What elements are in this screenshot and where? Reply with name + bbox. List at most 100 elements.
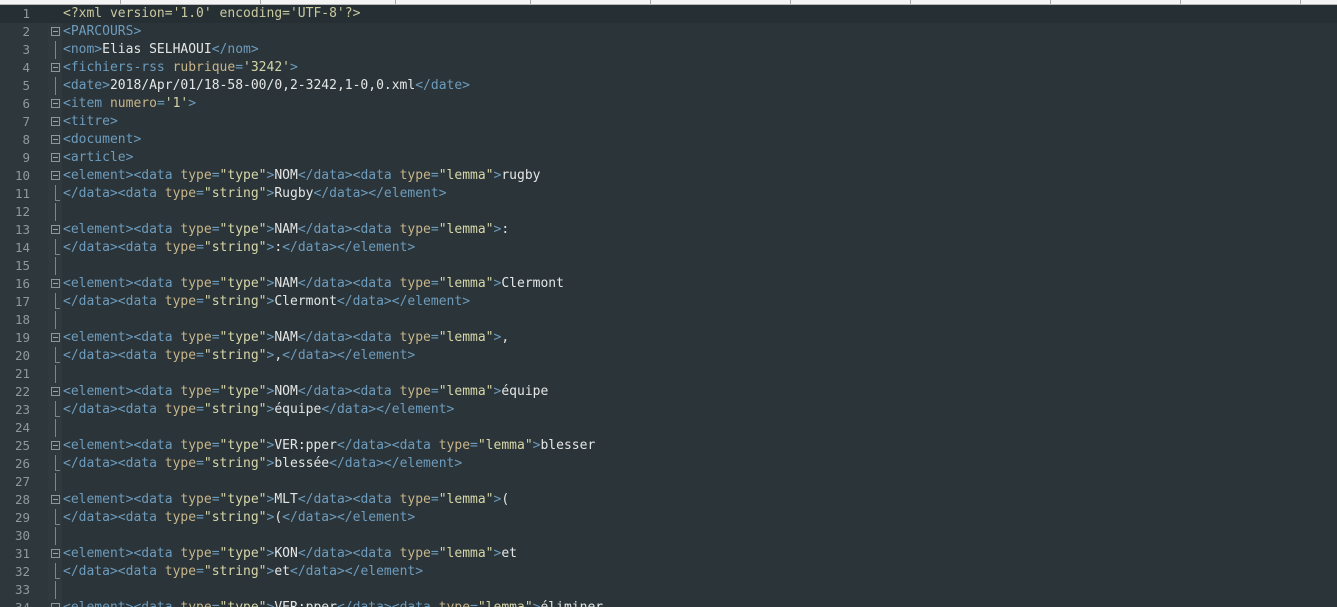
code-text[interactable]: <element><data type="type">KON</data><da… xyxy=(63,545,517,563)
code-text[interactable]: <element><data type="type">MLT</data><da… xyxy=(63,491,509,509)
fold-marker[interactable] xyxy=(50,131,61,149)
code-line[interactable]: 14 </data><data type="string">:</data></e… xyxy=(0,239,1337,257)
fold-marker[interactable] xyxy=(50,437,61,455)
fold-marker[interactable] xyxy=(50,275,61,293)
fold-marker[interactable] xyxy=(50,59,61,77)
fold-minus-icon[interactable] xyxy=(51,387,60,396)
code-text[interactable]: <item numero='1'> xyxy=(63,95,196,113)
code-text[interactable]: </data><data type="string">blessée</data… xyxy=(63,455,462,473)
fold-minus-icon[interactable] xyxy=(51,603,60,607)
tab-separator xyxy=(395,0,396,4)
code-text[interactable]: </data><data type="string">(</data></ele… xyxy=(63,509,415,527)
code-line[interactable]: 25 <element><data type="type">VER:pper</d… xyxy=(0,437,1337,455)
code-text[interactable]: </data><data type="string">et</data></el… xyxy=(63,563,423,581)
code-line[interactable]: 7 <titre> xyxy=(0,113,1337,131)
code-line[interactable]: 31 <element><data type="type">KON</data><… xyxy=(0,545,1337,563)
code-line[interactable]: 23 </data><data type="string">équipe</dat… xyxy=(0,401,1337,419)
fold-marker[interactable] xyxy=(50,329,61,347)
fold-guide xyxy=(55,293,56,309)
code-text[interactable]: <date>2018/Apr/01/18-58-00/0,2-3242,1-0,… xyxy=(63,77,470,95)
fold-marker[interactable] xyxy=(50,95,61,113)
fold-minus-icon[interactable] xyxy=(51,153,60,162)
code-line[interactable]: 20 </data><data type="string">,</data></e… xyxy=(0,347,1337,365)
code-line[interactable]: 17 </data><data type="string">Clermont</d… xyxy=(0,293,1337,311)
code-line[interactable]: 34 <element><data type="type">VER:pper</d… xyxy=(0,599,1337,607)
fold-marker[interactable] xyxy=(50,545,61,563)
code-text[interactable]: <element><data type="type">VER:pper</dat… xyxy=(63,599,603,607)
code-line[interactable]: 24 xyxy=(0,419,1337,437)
code-line[interactable]: 33 xyxy=(0,581,1337,599)
code-line[interactable]: 27 xyxy=(0,473,1337,491)
fold-minus-icon[interactable] xyxy=(51,63,60,72)
fold-minus-icon[interactable] xyxy=(51,495,60,504)
code-text[interactable]: <titre> xyxy=(63,113,118,131)
xml-tag: = xyxy=(430,276,439,291)
code-line[interactable]: 8 <document> xyxy=(0,131,1337,149)
code-line[interactable]: 4 <fichiers-rss rubrique='3242'> xyxy=(0,59,1337,77)
fold-minus-icon[interactable] xyxy=(51,135,60,144)
xml-string: "type" xyxy=(219,438,267,453)
code-line[interactable]: 19 <element><data type="type">NAM</data><… xyxy=(0,329,1337,347)
fold-marker[interactable] xyxy=(50,149,61,167)
code-text[interactable]: <element><data type="type">NOM</data><da… xyxy=(63,167,540,185)
xml-string: "string" xyxy=(203,294,267,309)
code-text[interactable]: <fichiers-rss rubrique='3242'> xyxy=(63,59,298,77)
fold-marker[interactable] xyxy=(50,221,61,239)
fold-minus-icon[interactable] xyxy=(51,99,60,108)
code-line[interactable]: 16 <element><data type="type">NAM</data><… xyxy=(0,275,1337,293)
code-line[interactable]: 26 </data><data type="string">blessée</da… xyxy=(0,455,1337,473)
code-text[interactable]: <element><data type="type">NAM</data><da… xyxy=(63,275,564,293)
fold-end-marker xyxy=(55,470,60,471)
code-text[interactable]: <element><data type="type">VER:pper</dat… xyxy=(63,437,595,455)
code-editor[interactable]: 1 <?xml version='1.0' encoding='UTF-8'?> 2… xyxy=(0,0,1337,607)
fold-minus-icon[interactable] xyxy=(51,225,60,234)
fold-minus-icon[interactable] xyxy=(51,117,60,126)
fold-minus-icon[interactable] xyxy=(51,171,60,180)
code-text[interactable]: <nom>Elias SELHAOUI</nom> xyxy=(63,41,259,59)
code-line[interactable]: 22 <element><data type="type">NOM</data><… xyxy=(0,383,1337,401)
fold-minus-icon[interactable] xyxy=(51,549,60,558)
fold-marker[interactable] xyxy=(50,491,61,509)
code-text[interactable]: <document> xyxy=(63,131,141,149)
fold-marker[interactable] xyxy=(50,23,61,41)
code-line[interactable]: 32 </data><data type="string">et</data></… xyxy=(0,563,1337,581)
code-text[interactable]: </data><data type="string">équipe</data>… xyxy=(63,401,454,419)
xml-tag: </data><data xyxy=(336,438,439,453)
code-line[interactable]: 29 </data><data type="string">(</data></e… xyxy=(0,509,1337,527)
fold-minus-icon[interactable] xyxy=(51,27,60,36)
code-text[interactable]: </data><data type="string">:</data></ele… xyxy=(63,239,415,257)
code-line[interactable]: 15 xyxy=(0,257,1337,275)
code-line[interactable]: 10 <element><data type="type">NOM</data><… xyxy=(0,167,1337,185)
fold-marker[interactable] xyxy=(50,113,61,131)
code-line[interactable]: 9 <article> xyxy=(0,149,1337,167)
code-text[interactable]: <element><data type="type">NAM</data><da… xyxy=(63,329,509,347)
code-line[interactable]: 3 <nom>Elias SELHAOUI</nom> xyxy=(0,41,1337,59)
fold-minus-icon[interactable] xyxy=(51,279,60,288)
code-text[interactable]: </data><data type="string">,</data></ele… xyxy=(63,347,415,365)
code-text[interactable]: <element><data type="type">NAM</data><da… xyxy=(63,221,509,239)
code-line[interactable]: 1 <?xml version='1.0' encoding='UTF-8'?> xyxy=(0,5,1337,23)
code-line[interactable]: 21 xyxy=(0,365,1337,383)
code-text[interactable]: </data><data type="string">Clermont</dat… xyxy=(63,293,470,311)
code-text[interactable]: <element><data type="type">NOM</data><da… xyxy=(63,383,548,401)
fold-marker[interactable] xyxy=(50,167,61,185)
xml-string: "string" xyxy=(203,510,267,525)
code-line[interactable]: 12 xyxy=(0,203,1337,221)
code-line[interactable]: 2 <PARCOURS> xyxy=(0,23,1337,41)
code-line[interactable]: 28 <element><data type="type">MLT</data><… xyxy=(0,491,1337,509)
code-text[interactable]: <PARCOURS> xyxy=(63,23,141,41)
code-line[interactable]: 6 <item numero='1'> xyxy=(0,95,1337,113)
code-text[interactable]: <?xml version='1.0' encoding='UTF-8'?> xyxy=(63,5,360,23)
code-lines[interactable]: 1 <?xml version='1.0' encoding='UTF-8'?> 2… xyxy=(0,5,1337,607)
fold-minus-icon[interactable] xyxy=(51,441,60,450)
fold-marker[interactable] xyxy=(50,599,61,607)
fold-marker[interactable] xyxy=(50,383,61,401)
code-line[interactable]: 30 xyxy=(0,527,1337,545)
code-line[interactable]: 5 <date>2018/Apr/01/18-58-00/0,2-3242,1-0… xyxy=(0,77,1337,95)
fold-minus-icon[interactable] xyxy=(51,333,60,342)
code-text[interactable]: </data><data type="string">Rugby</data><… xyxy=(63,185,447,203)
code-text[interactable]: <article> xyxy=(63,149,133,167)
code-line[interactable]: 11 </data><data type="string">Rugby</data… xyxy=(0,185,1337,203)
code-line[interactable]: 13 <element><data type="type">NAM</data><… xyxy=(0,221,1337,239)
code-line[interactable]: 18 xyxy=(0,311,1337,329)
